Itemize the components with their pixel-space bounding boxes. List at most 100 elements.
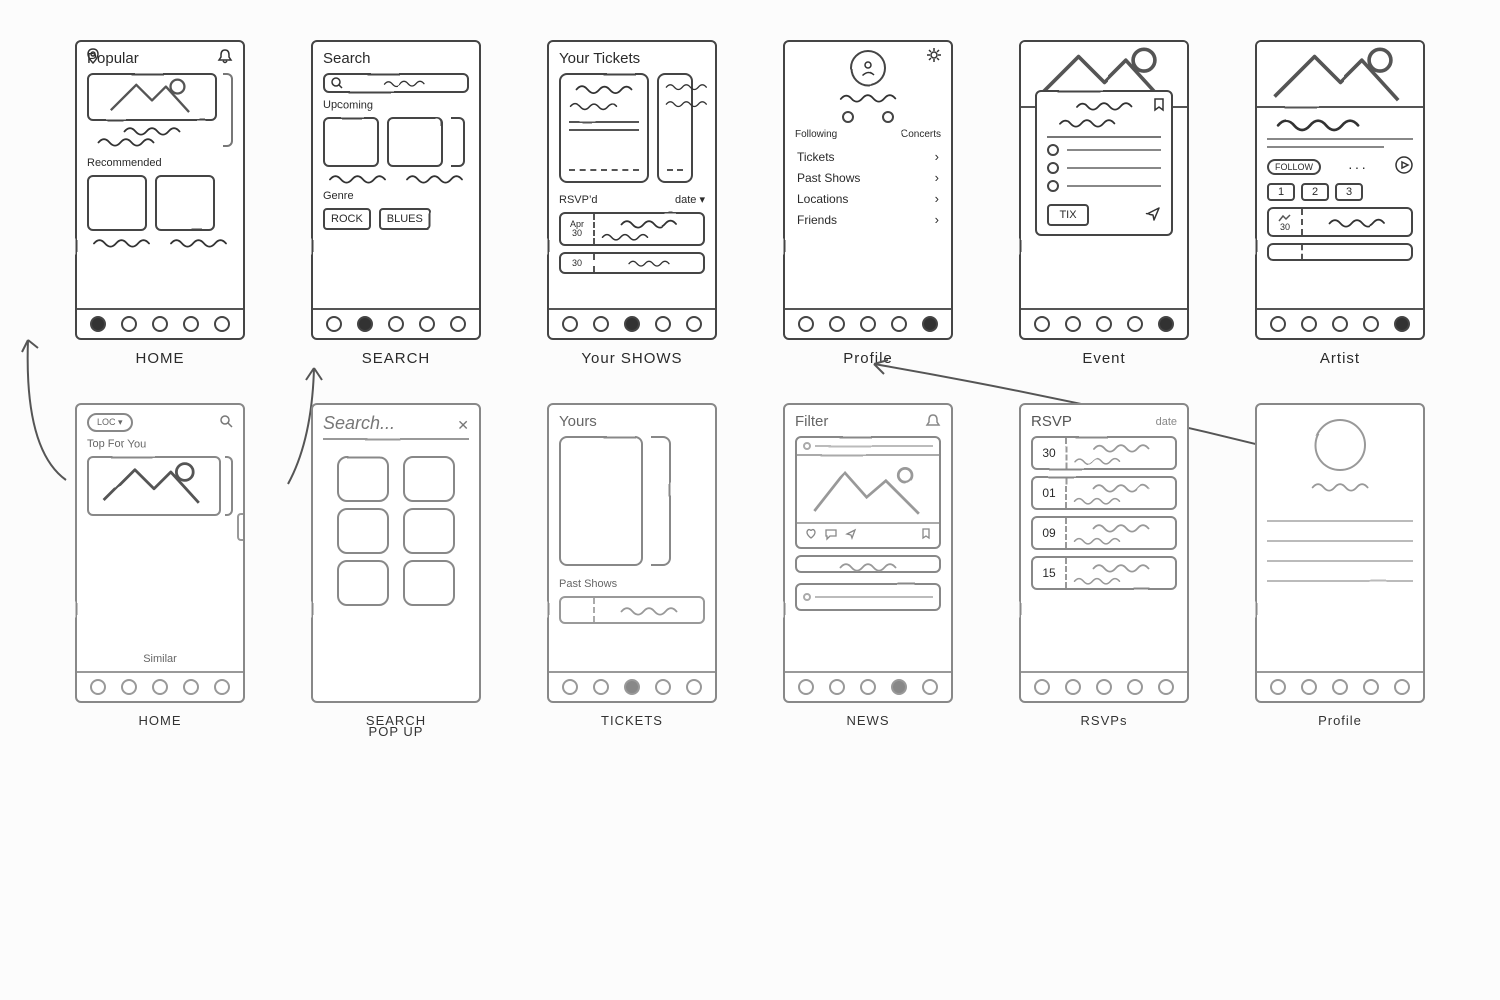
tab-news[interactable] [1127,679,1143,695]
profile-menu-friends[interactable]: Friends› [795,209,941,230]
profile-menu-locations[interactable]: Locations› [795,188,941,209]
tab-shows[interactable] [1096,316,1112,332]
ticket-card-peek[interactable] [651,436,671,566]
tab-news[interactable] [183,679,199,695]
tab-home[interactable] [90,679,106,695]
tab-search[interactable] [121,316,137,332]
tab-home[interactable] [90,316,106,332]
tab-profile[interactable] [1394,316,1410,332]
past-row[interactable] [559,596,705,624]
tab-profile[interactable] [1158,316,1174,332]
upcoming-card[interactable] [323,117,379,167]
tab-search[interactable] [1301,316,1317,332]
tab-home[interactable] [562,316,578,332]
pill-1[interactable]: 1 [1267,183,1295,201]
tab-concerts[interactable]: Concerts [901,129,941,140]
news-card[interactable] [795,583,941,611]
peek-card[interactable] [223,73,233,147]
close-icon[interactable]: ✕ [457,417,469,434]
upcoming-card[interactable] [387,117,443,167]
tab-search[interactable] [593,679,609,695]
peek-card[interactable] [451,117,465,167]
tab-shows[interactable] [388,316,404,332]
location-chip[interactable]: LOC ▾ [87,413,133,432]
pill-2[interactable]: 2 [1301,183,1329,201]
bell-icon[interactable] [925,413,941,434]
tab-home[interactable] [326,316,342,332]
tab-shows[interactable] [860,316,876,332]
rec-card[interactable] [87,175,147,231]
tab-profile[interactable] [214,316,230,332]
share-icon[interactable] [1145,206,1161,225]
bookmark-icon[interactable] [921,528,931,543]
tab-search[interactable] [829,316,845,332]
tab-shows[interactable] [1332,316,1348,332]
toggle-concerts[interactable] [882,111,894,123]
tix-button[interactable]: TIX [1047,204,1089,226]
ticket-card[interactable] [559,73,649,183]
tab-search[interactable] [1301,679,1317,695]
tab-search[interactable] [357,316,373,332]
tab-following[interactable]: Following [795,129,837,140]
show-row[interactable]: 30 [1267,207,1413,237]
search-input[interactable]: Search... [323,413,395,434]
ticket-card[interactable] [559,436,643,566]
date-filter[interactable]: date [1156,416,1177,428]
share-icon[interactable] [845,528,857,543]
tab-news[interactable] [655,679,671,695]
tab-shows[interactable] [152,316,168,332]
tab-search[interactable] [1065,316,1081,332]
tab-profile[interactable] [1394,679,1410,695]
tab-search[interactable] [1065,679,1081,695]
result-tile[interactable] [403,560,455,606]
rec-card[interactable] [155,175,215,231]
show-row[interactable] [1267,243,1413,261]
tab-home[interactable] [1034,679,1050,695]
tab-home[interactable] [562,679,578,695]
toggle-following[interactable] [842,111,854,123]
heart-icon[interactable] [805,528,817,543]
genre-rock[interactable]: ROCK [323,208,371,230]
bell-icon[interactable] [217,48,233,69]
tab-search[interactable] [121,679,137,695]
tab-news[interactable] [1363,679,1379,695]
tab-news[interactable] [655,316,671,332]
tab-shows[interactable] [624,679,640,695]
profile-menu-past-shows[interactable]: Past Shows› [795,167,941,188]
rsvp-row[interactable]: Apr 30 [559,212,705,246]
tab-profile[interactable] [450,316,466,332]
date-filter[interactable]: date ▾ [675,193,705,206]
tab-news[interactable] [891,316,907,332]
tab-profile[interactable] [922,316,938,332]
rsvp-row[interactable]: 30 [559,252,705,274]
news-card[interactable] [795,436,941,549]
tab-shows[interactable] [624,316,640,332]
genre-blues[interactable]: BLUES [379,208,431,230]
tab-home[interactable] [798,679,814,695]
tab-news[interactable] [419,316,435,332]
play-icon[interactable] [1395,156,1413,177]
tab-shows[interactable] [1096,679,1112,695]
tab-news[interactable] [1127,316,1143,332]
follow-button[interactable]: FOLLOW [1267,159,1321,175]
tab-shows[interactable] [1332,679,1348,695]
tab-search[interactable] [593,316,609,332]
tab-profile[interactable] [686,316,702,332]
top-card[interactable] [87,456,221,516]
search-icon[interactable] [219,414,233,431]
comment-icon[interactable] [825,528,837,543]
tab-home[interactable] [798,316,814,332]
search-input[interactable] [323,73,469,93]
result-tile[interactable] [403,508,455,554]
pill-3[interactable]: 3 [1335,183,1363,201]
filter-label[interactable]: Filter [795,413,941,430]
more-icon[interactable]: ··· [1348,159,1368,175]
rsvp-row[interactable]: 09 [1031,516,1177,550]
tab-profile[interactable] [922,679,938,695]
tab-home[interactable] [1270,679,1286,695]
result-tile[interactable] [403,456,455,502]
result-tile[interactable] [337,508,389,554]
rsvp-row[interactable]: 15 [1031,556,1177,590]
tab-profile[interactable] [214,679,230,695]
tab-shows[interactable] [860,679,876,695]
